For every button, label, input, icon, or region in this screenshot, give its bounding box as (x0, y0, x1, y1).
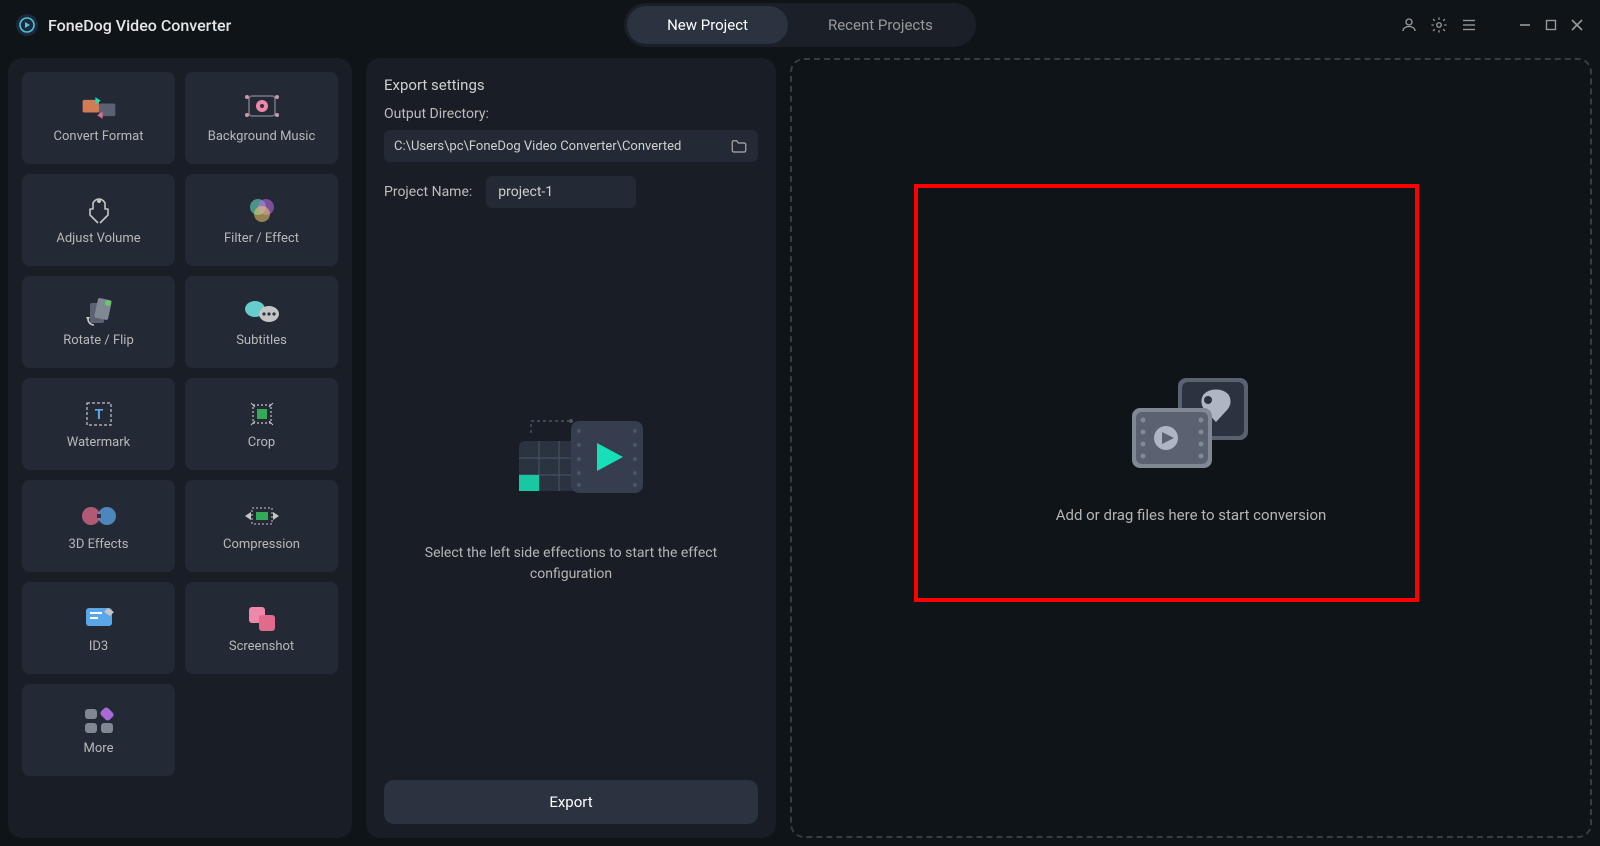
export-button[interactable]: Export (384, 780, 758, 824)
tab-recent-projects[interactable]: Recent Projects (788, 6, 973, 44)
export-settings-panel: Export settings Output Directory: C:\Use… (366, 58, 776, 838)
tool-tile-label: Subtitles (236, 333, 287, 348)
output-directory-label: Output Directory: (384, 106, 758, 122)
screenshot-icon (242, 603, 282, 633)
tool-tile-screenshot[interactable]: Screenshot (185, 582, 338, 674)
filter-effect-icon (242, 195, 282, 225)
titlebar-center: New Project Recent Projects (316, 3, 1284, 47)
tool-tile-label: 3D Effects (69, 537, 129, 552)
titlebar: FoneDog Video Converter New Project Rece… (0, 0, 1600, 50)
project-name-row: Project Name: (384, 176, 758, 208)
tool-tile-more[interactable]: More (22, 684, 175, 776)
tab-container: New Project Recent Projects (624, 3, 976, 47)
app-title: FoneDog Video Converter (48, 16, 231, 35)
tool-tile-crop[interactable]: Crop (185, 378, 338, 470)
app-logo-icon (16, 14, 38, 36)
subtitles-icon (242, 297, 282, 327)
export-settings-heading: Export settings (384, 76, 758, 94)
tool-tile-rotate-flip[interactable]: Rotate / Flip (22, 276, 175, 368)
effect-illustration-text: Select the left side effections to start… (421, 543, 721, 585)
workspace: Convert Format Background Music Adjust Vol… (0, 50, 1600, 846)
tool-tile-id3[interactable]: ID3 (22, 582, 175, 674)
convert-format-icon (79, 93, 119, 123)
tool-tile-label: Background Music (208, 129, 316, 144)
minimize-icon[interactable] (1518, 18, 1532, 32)
tool-tile-label: Filter / Effect (224, 231, 299, 246)
close-icon[interactable] (1570, 18, 1584, 32)
tool-tile-compression[interactable]: Compression (185, 480, 338, 572)
tool-tile-label: Crop (248, 435, 275, 450)
menu-icon[interactable] (1460, 16, 1478, 34)
tool-tile-label: Rotate / Flip (63, 333, 134, 348)
tool-tile-convert-format[interactable]: Convert Format (22, 72, 175, 164)
more-icon (79, 705, 119, 735)
tool-tile-label: Watermark (67, 435, 130, 450)
tool-tile-filter-effect[interactable]: Filter / Effect (185, 174, 338, 266)
tool-tile-label: Compression (223, 537, 300, 552)
compression-icon (242, 501, 282, 531)
rotate-flip-icon (79, 297, 119, 327)
3d-effects-icon (79, 501, 119, 531)
tool-tile-label: ID3 (89, 639, 108, 654)
output-directory-value: C:\Users\pc\FoneDog Video Converter\Conv… (394, 139, 730, 154)
highlight-annotation (914, 184, 1419, 602)
browse-folder-icon[interactable] (730, 138, 748, 154)
svg-text:T: T (94, 407, 103, 423)
background-music-icon (242, 93, 282, 123)
tool-tile-label: Screenshot (229, 639, 294, 654)
tool-tile-adjust-volume[interactable]: Adjust Volume (22, 174, 175, 266)
output-directory-row: C:\Users\pc\FoneDog Video Converter\Conv… (384, 130, 758, 162)
tool-tile-watermark[interactable]: T Watermark (22, 378, 175, 470)
maximize-icon[interactable] (1544, 18, 1558, 32)
tool-tile-3d-effects[interactable]: 3D Effects (22, 480, 175, 572)
titlebar-left: FoneDog Video Converter (16, 14, 316, 36)
effect-illustration: Select the left side effections to start… (384, 208, 758, 780)
project-name-input[interactable] (486, 176, 636, 208)
tool-tile-label: Convert Format (54, 129, 144, 144)
project-name-label: Project Name: (384, 184, 472, 200)
settings-gear-icon[interactable] (1430, 16, 1448, 34)
titlebar-right (1284, 16, 1584, 34)
tool-tile-label: Adjust Volume (56, 231, 140, 246)
drop-zone[interactable]: Add or drag files here to start conversi… (790, 58, 1592, 838)
tool-panel: Convert Format Background Music Adjust Vol… (8, 58, 352, 838)
adjust-volume-icon (79, 195, 119, 225)
id3-icon (79, 603, 119, 633)
effect-illustration-icon (471, 403, 671, 513)
tool-tile-background-music[interactable]: Background Music (185, 72, 338, 164)
tab-new-project[interactable]: New Project (627, 6, 788, 44)
crop-icon (242, 399, 282, 429)
tool-tile-label: More (84, 741, 114, 756)
tool-tile-subtitles[interactable]: Subtitles (185, 276, 338, 368)
user-icon[interactable] (1400, 16, 1418, 34)
watermark-icon: T (79, 399, 119, 429)
